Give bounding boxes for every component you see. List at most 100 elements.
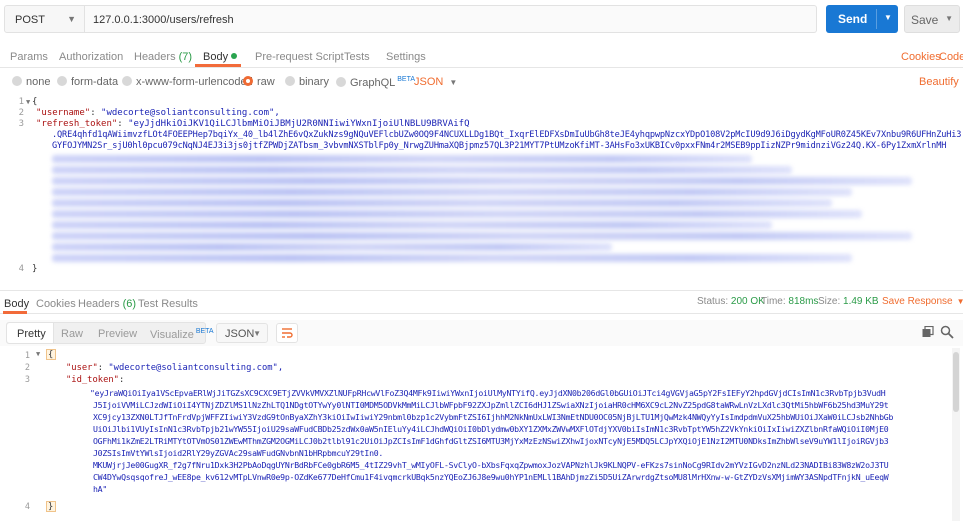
blurred-token-line	[52, 177, 912, 185]
method-select[interactable]: POST ▼	[4, 5, 85, 33]
format-label: JSON	[414, 76, 444, 88]
line-number: 2	[18, 108, 24, 118]
line-number: 2	[24, 363, 30, 373]
tab-body[interactable]: Body	[203, 51, 238, 63]
radio-none[interactable]: none	[12, 76, 50, 88]
response-format-label: JSON	[225, 328, 255, 340]
view-mode-group: Pretty Raw Preview Visualize BETA	[6, 322, 214, 344]
blurred-token-line	[52, 188, 852, 196]
token-line: MKUWjrjJe00GugXR_f2g7fNru1Dxk3H2PbAoDqgU…	[93, 460, 889, 470]
tab-pre-request-script[interactable]: Pre-request Script	[255, 51, 344, 63]
chevron-down-icon[interactable]: ▼	[945, 14, 953, 23]
response-body-viewer[interactable]: 1 ▼ { 2 "user": "wdecorte@soliantconsult…	[0, 348, 963, 521]
json-string: "eyJjdHkiOiJKV1QiLCJlbmMiOiJBMjU2R0NNIiw…	[128, 119, 470, 129]
request-body-editor[interactable]: 1 ▼ { 2 "username": "wdecorte@soliantcon…	[0, 94, 963, 282]
blurred-token-line	[52, 210, 862, 218]
radio-binary[interactable]: binary	[285, 76, 329, 88]
save-button[interactable]: Save ▼	[904, 5, 960, 33]
request-tabs: Params Authorization Headers (7) Body Pr…	[0, 44, 963, 68]
modified-dot-icon	[231, 53, 238, 59]
radio-circle-icon	[57, 76, 67, 86]
view-pretty[interactable]: Pretty	[17, 328, 46, 340]
radio-circle-icon	[122, 76, 132, 86]
view-raw[interactable]: Raw	[61, 328, 83, 340]
blurred-token-line	[52, 166, 792, 174]
fold-icon[interactable]: ▼	[26, 98, 30, 106]
line-number: 3	[18, 119, 24, 129]
blurred-token-line	[52, 199, 832, 207]
chevron-down-icon[interactable]: ▼	[884, 13, 892, 22]
code-line: "username": "wdecorte@soliantconsulting.…	[36, 108, 280, 118]
radio-circle-icon	[336, 77, 346, 87]
radio-graphql[interactable]: GraphQL BETA	[336, 76, 415, 89]
wrap-icon	[282, 328, 293, 338]
copy-icon[interactable]	[922, 326, 934, 338]
time-value: 818ms	[788, 296, 819, 307]
json-key: "refresh_token"	[36, 119, 118, 129]
chevron-down-icon: ▼	[449, 78, 458, 87]
wrap-lines-button[interactable]	[276, 323, 298, 343]
radio-urlencoded-label: x-www-form-urlencoded	[136, 76, 253, 88]
tab-response-body[interactable]: Body	[4, 298, 29, 310]
response-format-select[interactable]: JSON ▼	[216, 323, 268, 343]
tab-headers-label: Headers	[134, 51, 176, 63]
radio-circle-icon	[285, 76, 295, 86]
save-response-label: Save Response	[882, 296, 953, 307]
tab-settings[interactable]: Settings	[386, 51, 426, 63]
search-icon[interactable]	[940, 325, 954, 339]
code-line: {	[48, 350, 54, 360]
response-headers-count: (6)	[122, 298, 137, 310]
line-number: 4	[24, 502, 30, 512]
scrollbar-thumb[interactable]	[953, 352, 959, 412]
blurred-token-line	[52, 221, 772, 229]
send-button[interactable]: Send ▼	[826, 5, 898, 33]
radio-binary-label: binary	[299, 76, 329, 88]
status-info: Status: 200 OK	[697, 296, 765, 307]
tab-response-headers[interactable]: Headers (6)	[78, 298, 136, 310]
save-label: Save	[911, 13, 939, 27]
radio-form-data[interactable]: form-data	[57, 76, 118, 88]
json-key: "user"	[66, 363, 98, 373]
chevron-down-icon: ▼	[67, 14, 76, 24]
radio-raw[interactable]: raw	[243, 76, 275, 88]
code-line: {	[32, 97, 38, 107]
radio-raw-label: raw	[257, 76, 275, 88]
token-line: J0ZSIsImVtYWlsIjoid2RlY29yZGVAc29saWFudG…	[93, 448, 384, 458]
tab-params[interactable]: Params	[10, 51, 48, 63]
tab-authorization[interactable]: Authorization	[59, 51, 123, 63]
fold-icon[interactable]: ▼	[36, 350, 40, 358]
tab-response-headers-label: Headers	[78, 298, 120, 310]
tab-tests[interactable]: Tests	[344, 51, 370, 63]
tab-headers[interactable]: Headers (7)	[134, 51, 192, 63]
time-label: Time:	[761, 296, 786, 307]
view-preview[interactable]: Preview	[98, 328, 137, 340]
radio-none-label: none	[26, 76, 51, 88]
url-input[interactable]: 127.0.0.1:3000/users/refresh	[85, 5, 817, 33]
token-line: J5IjoiVVMiLCJzdWIiOiI4YTNjZDZlMS1lNzZhLT…	[93, 400, 889, 410]
cookies-link[interactable]: Cookies	[901, 51, 941, 63]
code-link[interactable]: Code	[939, 51, 963, 63]
size-label: Size:	[818, 296, 841, 307]
radio-urlencoded[interactable]: x-www-form-urlencoded	[122, 76, 253, 88]
view-visualize-label: Visualize	[150, 329, 194, 341]
beta-badge: BETA	[397, 76, 416, 83]
tab-response-cookies[interactable]: Cookies	[36, 298, 76, 310]
vertical-scrollbar[interactable]	[952, 348, 960, 521]
token-line: XC9jcy13ZXN0LTJfTnFrdVpjWFFZIiwiY3VzdG9t…	[93, 412, 894, 422]
beautify-link[interactable]: Beautify	[919, 76, 959, 88]
format-select[interactable]: JSON ▼	[414, 76, 457, 88]
tab-test-results[interactable]: Test Results	[138, 298, 198, 310]
headers-count: (7)	[178, 51, 193, 63]
code-line: }	[32, 264, 38, 274]
code-line: "id_token":	[66, 375, 125, 385]
tab-body-label: Body	[203, 51, 229, 63]
send-divider	[876, 9, 877, 29]
save-response-button[interactable]: Save Response ▼	[882, 296, 963, 307]
method-label: POST	[15, 14, 45, 26]
json-string: "wdecorte@soliantconsulting.com",	[101, 108, 280, 118]
view-visualize[interactable]: Visualize BETA	[150, 328, 214, 341]
radio-selected-icon	[243, 76, 253, 86]
blurred-token-line	[52, 254, 852, 262]
json-key: "username"	[36, 108, 91, 118]
status-label: Status:	[697, 296, 729, 307]
